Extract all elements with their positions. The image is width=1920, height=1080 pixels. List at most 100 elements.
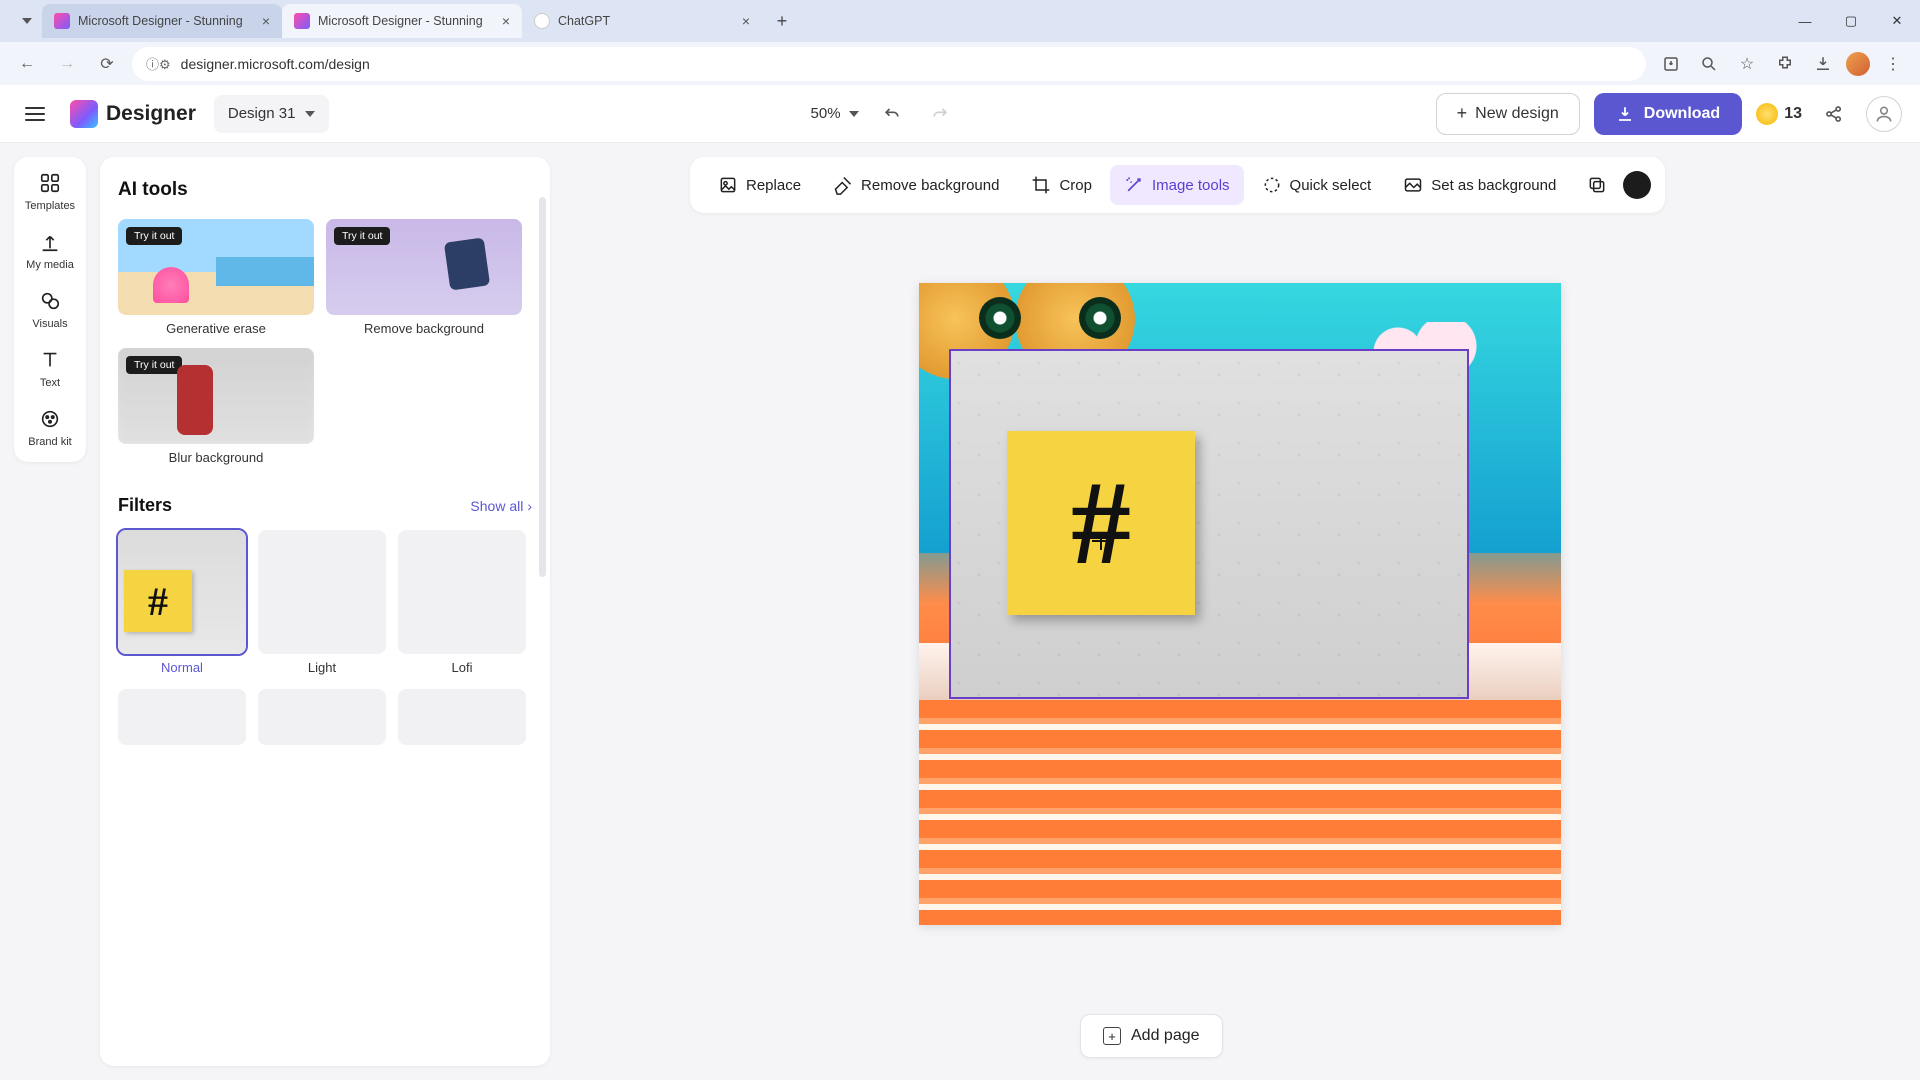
designer-logo[interactable]: Designer	[70, 100, 196, 128]
account-button[interactable]	[1866, 96, 1902, 132]
design-name-dropdown[interactable]: Design 31	[214, 95, 330, 133]
tab-list-dropdown[interactable]	[12, 0, 42, 42]
install-app-icon[interactable]	[1656, 49, 1686, 79]
undo-button[interactable]	[877, 99, 907, 129]
rail-templates[interactable]: Templates	[25, 171, 75, 212]
ai-tool-thumb: Try it out	[118, 219, 314, 315]
zoom-value: 50%	[811, 105, 841, 122]
ai-tool-blur-background[interactable]: Try it out Blur background	[118, 348, 314, 465]
image-tools-button[interactable]: Image tools	[1110, 165, 1244, 205]
tab-title: ChatGPT	[558, 14, 610, 28]
tab-title: Microsoft Designer - Stunning	[318, 14, 483, 28]
credits-counter[interactable]: 13	[1756, 103, 1802, 125]
download-icon	[1616, 105, 1634, 123]
filter-light[interactable]: Light	[258, 530, 386, 675]
crop-icon	[1031, 175, 1051, 195]
chevron-right-icon: ›	[527, 498, 532, 514]
filter-placeholder[interactable]	[118, 689, 246, 745]
close-icon[interactable]: ×	[262, 13, 270, 29]
new-tab-button[interactable]: +	[768, 7, 796, 35]
credits-value: 13	[1784, 105, 1802, 123]
close-icon[interactable]: ×	[502, 13, 510, 29]
url-input[interactable]: ⓘ⚙ designer.microsoft.com/design	[132, 47, 1646, 81]
rail-brand-kit[interactable]: Brand kit	[28, 407, 71, 448]
quick-select-label: Quick select	[1290, 177, 1372, 194]
chatgpt-favicon	[534, 13, 550, 29]
filter-placeholder[interactable]	[258, 689, 386, 745]
ai-tool-generative-erase[interactable]: Try it out Generative erase	[118, 219, 314, 336]
quick-select-icon	[1262, 175, 1282, 195]
filter-label: Normal	[161, 660, 203, 675]
filter-thumb	[258, 530, 386, 654]
zoom-dropdown[interactable]: 50%	[811, 105, 859, 122]
redo-button[interactable]	[925, 99, 955, 129]
minimize-button[interactable]: —	[1782, 0, 1828, 42]
bookmark-icon[interactable]: ☆	[1732, 49, 1762, 79]
design-canvas[interactable]: #	[919, 283, 1561, 925]
browser-tab[interactable]: Microsoft Designer - Stunning ×	[42, 4, 282, 38]
ai-tool-label: Generative erase	[166, 321, 266, 336]
try-it-out-badge: Try it out	[126, 227, 182, 245]
try-it-out-badge: Try it out	[126, 356, 182, 374]
close-icon[interactable]: ×	[742, 13, 750, 29]
color-swatch[interactable]	[1623, 171, 1651, 199]
replace-button[interactable]: Replace	[704, 165, 815, 205]
rail-text[interactable]: Text	[38, 348, 62, 389]
close-window-button[interactable]: ✕	[1874, 0, 1920, 42]
browser-tab[interactable]: ChatGPT ×	[522, 4, 762, 38]
window-controls: — ▢ ✕	[1782, 0, 1920, 42]
sticky-note-element[interactable]: #	[1007, 431, 1195, 615]
tab-bar: Microsoft Designer - Stunning × Microsof…	[0, 0, 1920, 42]
designer-favicon	[294, 13, 310, 29]
main-menu-button[interactable]	[18, 97, 52, 131]
filter-lofi[interactable]: Lofi	[398, 530, 526, 675]
forward-button[interactable]: →	[52, 49, 82, 79]
ai-tool-thumb: Try it out	[118, 348, 314, 444]
visuals-icon	[38, 289, 62, 313]
magic-wand-icon	[1124, 175, 1144, 195]
crop-label: Crop	[1059, 177, 1092, 194]
add-page-button[interactable]: + Add page	[1080, 1014, 1223, 1058]
zoom-icon[interactable]	[1694, 49, 1724, 79]
quick-select-button[interactable]: Quick select	[1248, 165, 1386, 205]
downloads-icon[interactable]	[1808, 49, 1838, 79]
selected-image-layer[interactable]: #	[951, 351, 1467, 697]
new-design-button[interactable]: + New design	[1436, 93, 1580, 135]
menu-icon[interactable]: ⋮	[1878, 49, 1908, 79]
set-bg-icon	[1403, 175, 1423, 195]
try-it-out-badge: Try it out	[334, 227, 390, 245]
ai-tool-remove-background[interactable]: Try it out Remove background	[326, 219, 522, 336]
site-info-icon[interactable]: ⓘ⚙	[146, 54, 171, 73]
set-bg-label: Set as background	[1431, 177, 1556, 194]
upload-icon	[38, 230, 62, 254]
remove-background-button[interactable]: Remove background	[819, 165, 1013, 205]
maximize-button[interactable]: ▢	[1828, 0, 1874, 42]
rail-label: My media	[26, 259, 74, 271]
canvas-viewport[interactable]: #	[560, 233, 1920, 1080]
browser-tab[interactable]: Microsoft Designer - Stunning ×	[282, 4, 522, 38]
download-label: Download	[1644, 105, 1720, 123]
browser-chrome: Microsoft Designer - Stunning × Microsof…	[0, 0, 1920, 85]
download-button[interactable]: Download	[1594, 93, 1742, 135]
rail-my-media[interactable]: My media	[26, 230, 74, 271]
filter-placeholder[interactable]	[398, 689, 526, 745]
profile-avatar[interactable]	[1846, 52, 1870, 76]
crop-button[interactable]: Crop	[1017, 165, 1106, 205]
color-transfer-button[interactable]	[1579, 165, 1615, 205]
filter-thumb	[398, 530, 526, 654]
show-all-filters[interactable]: Show all ›	[470, 498, 532, 514]
filter-normal[interactable]: # Normal	[118, 530, 246, 675]
panel-scrollbar[interactable]	[539, 197, 546, 577]
set-as-background-button[interactable]: Set as background	[1389, 165, 1570, 205]
reload-button[interactable]: ⟳	[92, 49, 122, 79]
rail-visuals[interactable]: Visuals	[32, 289, 67, 330]
share-icon[interactable]	[1816, 96, 1852, 132]
add-page-icon: +	[1103, 1027, 1121, 1045]
add-page-label: Add page	[1131, 1027, 1200, 1045]
new-design-label: New design	[1475, 105, 1559, 123]
back-button[interactable]: ←	[12, 49, 42, 79]
user-icon	[1874, 104, 1894, 124]
text-icon	[38, 348, 62, 372]
extensions-icon[interactable]	[1770, 49, 1800, 79]
image-tools-label: Image tools	[1152, 177, 1230, 194]
